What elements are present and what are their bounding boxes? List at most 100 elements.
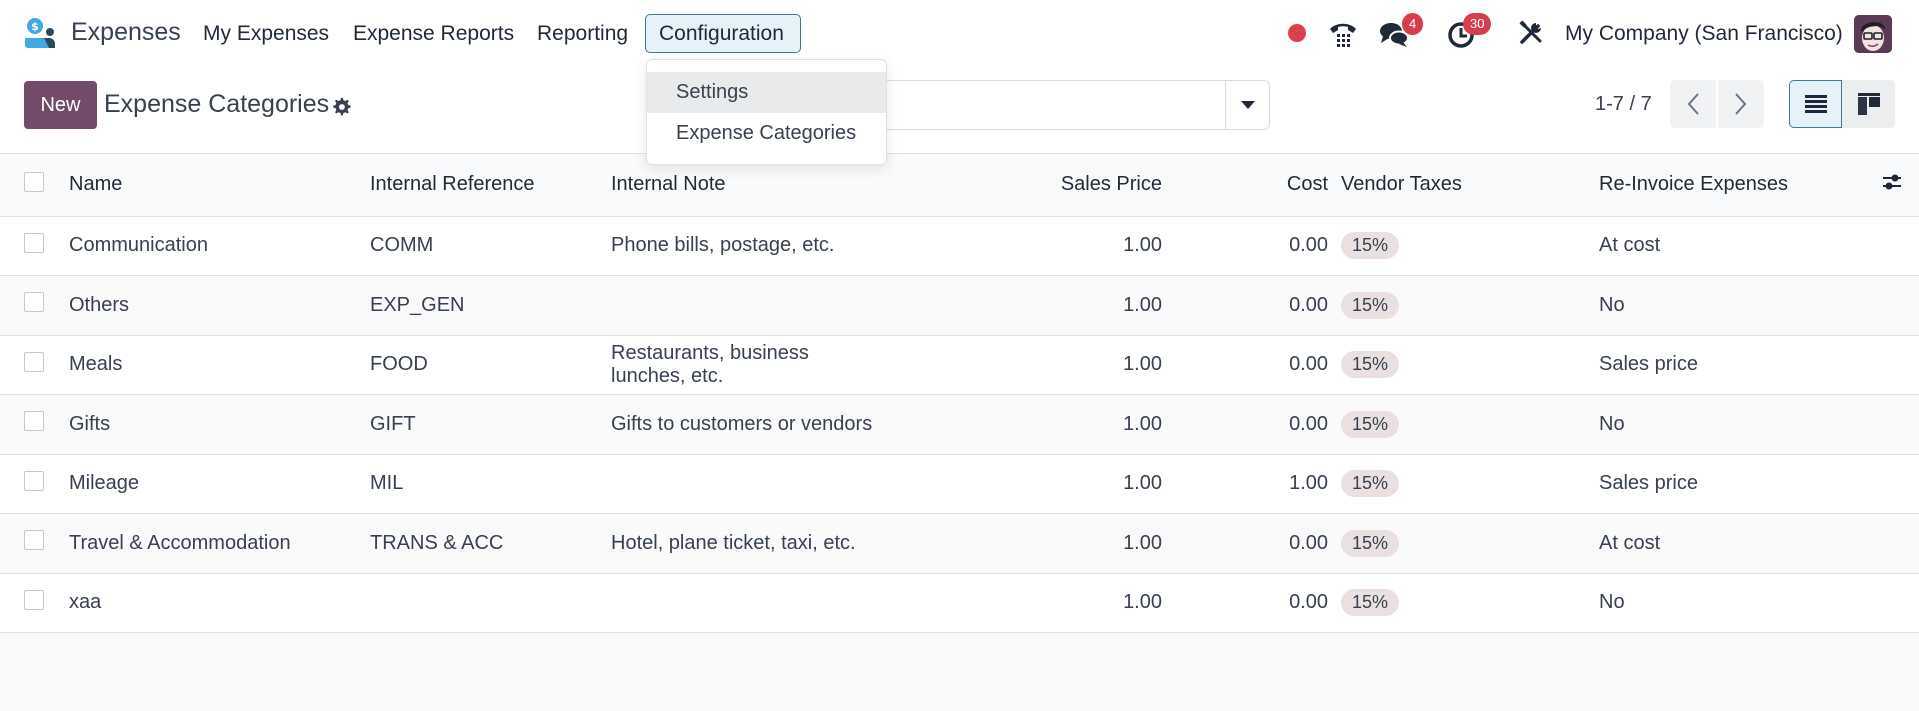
cell-internal-note[interactable]: Hotel, plane ticket, taxi, etc.: [611, 514, 881, 574]
expense-categories-table: Name Internal Reference Internal Note Sa…: [0, 154, 1919, 633]
cell-cost[interactable]: 0.00: [1162, 573, 1328, 633]
row-select-cell: [0, 573, 69, 633]
cell-reinvoice-expenses[interactable]: At cost: [1599, 514, 1869, 574]
cell-sales-price[interactable]: 1.00: [881, 276, 1162, 336]
cell-reinvoice-expenses[interactable]: No: [1599, 573, 1869, 633]
cell-internal-note[interactable]: [611, 276, 881, 336]
cell-vendor-taxes[interactable]: 15%: [1328, 276, 1599, 336]
cell-sales-price[interactable]: 1.00: [881, 454, 1162, 514]
table-row[interactable]: Mileage MIL 1.00 1.00 15% Sales price: [0, 454, 1919, 514]
company-switcher[interactable]: My Company (San Francisco): [1565, 22, 1843, 46]
cell-internal-reference[interactable]: TRANS & ACC: [370, 514, 611, 574]
record-dot-icon[interactable]: [1288, 24, 1306, 42]
menu-my-expenses[interactable]: My Expenses: [203, 22, 329, 46]
cell-internal-reference[interactable]: [370, 573, 611, 633]
pager-next-button[interactable]: [1718, 80, 1764, 128]
expenses-app-logo-icon[interactable]: $: [22, 17, 58, 49]
phone-icon[interactable]: [1328, 20, 1358, 48]
pager-previous-button[interactable]: [1670, 80, 1716, 128]
new-button[interactable]: New: [24, 81, 97, 129]
cell-internal-reference[interactable]: GIFT: [370, 395, 611, 455]
row-checkbox[interactable]: [24, 351, 44, 372]
cell-internal-note[interactable]: [611, 454, 881, 514]
row-select-cell: [0, 216, 69, 276]
cell-internal-note[interactable]: Restaurants, business lunches, etc.: [611, 335, 881, 395]
cell-cost[interactable]: 0.00: [1162, 335, 1328, 395]
cell-internal-reference[interactable]: EXP_GEN: [370, 276, 611, 336]
cell-name[interactable]: Meals: [69, 335, 370, 395]
cell-sales-price[interactable]: 1.00: [881, 573, 1162, 633]
row-checkbox[interactable]: [24, 470, 44, 491]
cell-internal-reference[interactable]: FOOD: [370, 335, 611, 395]
user-avatar[interactable]: [1854, 15, 1892, 53]
pager-value[interactable]: 1-7 / 7: [1595, 93, 1652, 116]
row-checkbox[interactable]: [24, 411, 44, 432]
cell-name[interactable]: Mileage: [69, 454, 370, 514]
column-header-sales-price[interactable]: Sales Price: [881, 154, 1162, 216]
cell-vendor-taxes[interactable]: 15%: [1328, 335, 1599, 395]
cell-reinvoice-expenses[interactable]: No: [1599, 395, 1869, 455]
menu-reporting[interactable]: Reporting: [537, 22, 628, 46]
configuration-dropdown-menu: Settings Expense Categories: [646, 59, 887, 165]
search-input[interactable]: [880, 80, 1270, 130]
cell-cost[interactable]: 0.00: [1162, 395, 1328, 455]
cell-cost[interactable]: 0.00: [1162, 514, 1328, 574]
table-row[interactable]: Communication COMM Phone bills, postage,…: [0, 216, 1919, 276]
menu-configuration[interactable]: Configuration: [645, 14, 801, 53]
cell-internal-note[interactable]: Phone bills, postage, etc.: [611, 216, 881, 276]
row-checkbox[interactable]: [24, 530, 44, 551]
cell-cost[interactable]: 0.00: [1162, 276, 1328, 336]
cell-internal-reference[interactable]: MIL: [370, 454, 611, 514]
optional-columns-toggle-icon[interactable]: [1881, 172, 1903, 192]
cell-spacer: [1869, 573, 1919, 633]
cell-sales-price[interactable]: 1.00: [881, 335, 1162, 395]
cell-sales-price[interactable]: 1.00: [881, 514, 1162, 574]
table-row[interactable]: Meals FOOD Restaurants, business lunches…: [0, 335, 1919, 395]
activity-count-badge: 30: [1463, 13, 1492, 35]
column-header-vendor-taxes[interactable]: Vendor Taxes: [1328, 154, 1599, 216]
row-checkbox[interactable]: [24, 232, 44, 253]
cell-internal-note[interactable]: Gifts to customers or vendors: [611, 395, 881, 455]
cell-vendor-taxes[interactable]: 15%: [1328, 216, 1599, 276]
cell-name[interactable]: Gifts: [69, 395, 370, 455]
cell-reinvoice-expenses[interactable]: Sales price: [1599, 335, 1869, 395]
cell-name[interactable]: Travel & Accommodation: [69, 514, 370, 574]
cell-internal-reference[interactable]: COMM: [370, 216, 611, 276]
row-checkbox[interactable]: [24, 292, 44, 313]
table-row[interactable]: Travel & Accommodation TRANS & ACC Hotel…: [0, 513, 1919, 574]
search-options-toggle[interactable]: [1225, 81, 1269, 129]
row-checkbox[interactable]: [24, 589, 44, 610]
column-header-name[interactable]: Name: [69, 154, 370, 216]
tools-icon[interactable]: [1518, 20, 1544, 46]
cell-sales-price[interactable]: 1.00: [881, 395, 1162, 455]
cell-name[interactable]: Others: [69, 276, 370, 336]
kanban-view-button[interactable]: [1842, 80, 1895, 128]
cell-reinvoice-expenses[interactable]: Sales price: [1599, 454, 1869, 514]
table-row[interactable]: Others EXP_GEN 1.00 0.00 15% No: [0, 275, 1919, 336]
column-header-reinvoice-expenses[interactable]: Re-Invoice Expenses: [1599, 154, 1869, 216]
cell-sales-price[interactable]: 1.00: [881, 216, 1162, 276]
menu-expense-reports[interactable]: Expense Reports: [353, 22, 514, 46]
cell-cost[interactable]: 0.00: [1162, 216, 1328, 276]
column-header-cost[interactable]: Cost: [1162, 154, 1328, 216]
table-row[interactable]: xaa 1.00 0.00 15% No: [0, 573, 1919, 633]
cell-vendor-taxes[interactable]: 15%: [1328, 514, 1599, 574]
list-view-button[interactable]: [1789, 80, 1842, 128]
cell-name[interactable]: xaa: [69, 573, 370, 633]
table-row[interactable]: Gifts GIFT Gifts to customers or vendors…: [0, 394, 1919, 455]
cell-reinvoice-expenses[interactable]: At cost: [1599, 216, 1869, 276]
select-all-checkbox[interactable]: [24, 171, 44, 192]
column-header-internal-reference[interactable]: Internal Reference: [370, 154, 611, 216]
tax-tag: 15%: [1341, 351, 1400, 379]
cell-vendor-taxes[interactable]: 15%: [1328, 573, 1599, 633]
cell-vendor-taxes[interactable]: 15%: [1328, 454, 1599, 514]
app-name[interactable]: Expenses: [71, 18, 181, 47]
cell-vendor-taxes[interactable]: 15%: [1328, 395, 1599, 455]
dropdown-item-expense-categories[interactable]: Expense Categories: [647, 113, 886, 154]
gear-icon[interactable]: [330, 96, 352, 118]
cell-reinvoice-expenses[interactable]: No: [1599, 276, 1869, 336]
dropdown-item-settings[interactable]: Settings: [647, 72, 886, 113]
cell-name[interactable]: Communication: [69, 216, 370, 276]
cell-cost[interactable]: 1.00: [1162, 454, 1328, 514]
cell-internal-note[interactable]: [611, 573, 881, 633]
